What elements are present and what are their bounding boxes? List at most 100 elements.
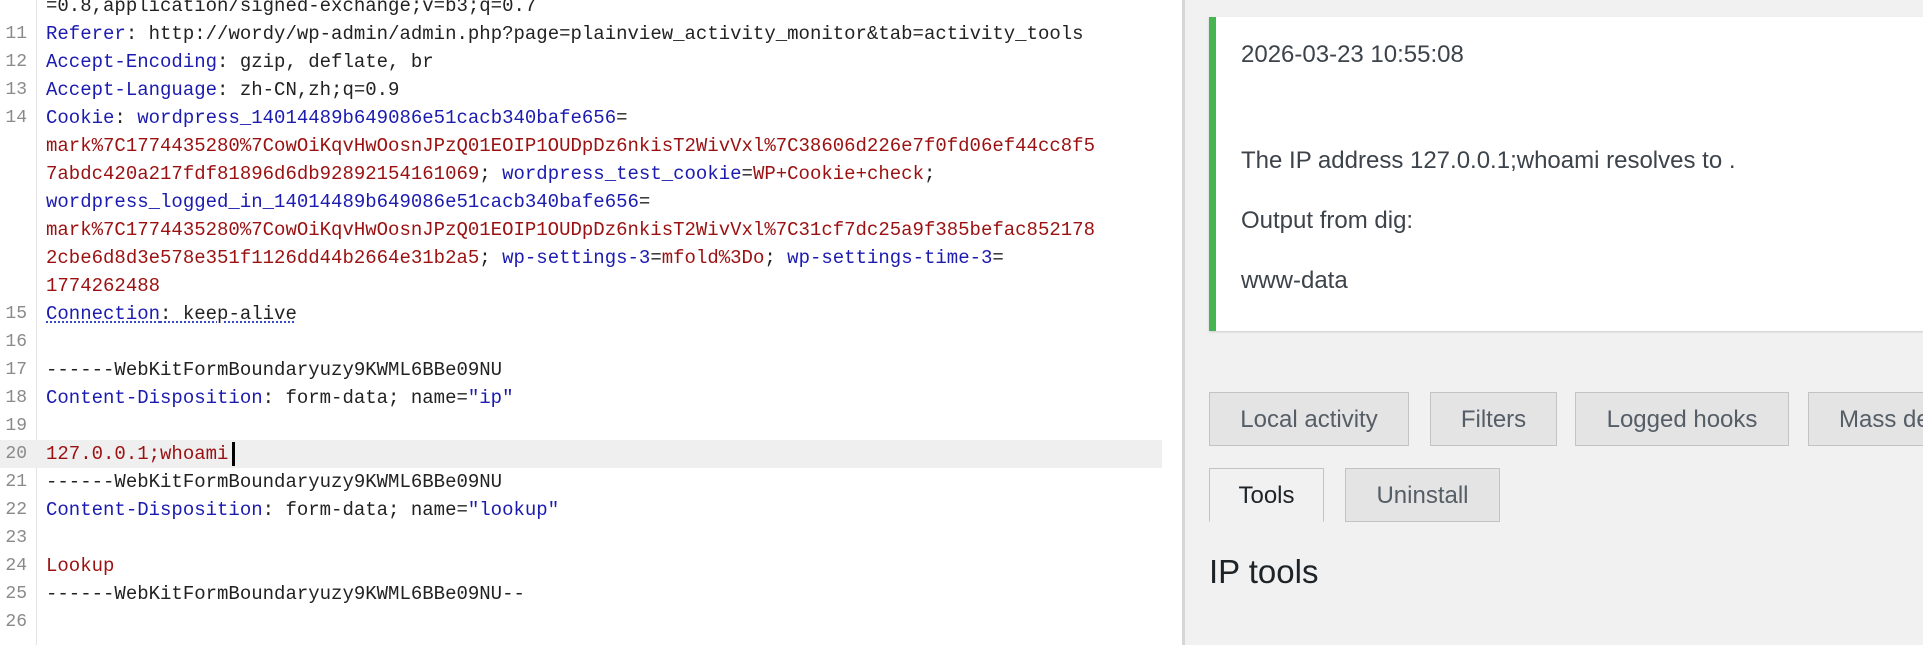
tab-logged-hooks[interactable]: Logged hooks xyxy=(1575,392,1789,446)
line-content: ------WebKitFormBoundaryuzy9KWML6BBe09NU xyxy=(46,468,502,496)
header-key-token: wordpress_test_cookie xyxy=(502,163,742,185)
line-number: 17 xyxy=(5,360,27,380)
raw-request-editor[interactable]: =0.8,application/signed-exchange;v=b3;q=… xyxy=(0,0,1182,645)
header-key-token: Content-Disposition xyxy=(46,387,263,409)
plain-token: : zh-CN,zh;q=0.9 xyxy=(217,79,400,101)
header-value-token: 2cbe6d8d3e578e351f1126dd44b2664e31b2a5 xyxy=(46,247,480,269)
notice-output-heading: Output from dig: xyxy=(1241,207,1414,234)
header-key-token: "ip" xyxy=(467,387,514,409)
line-number: 21 xyxy=(5,472,27,492)
line-number: 25 xyxy=(5,584,27,604)
plain-token: =0.8,application/signed-exchange;v=b3;q=… xyxy=(46,0,537,17)
code-line[interactable]: 17 ------WebKitFormBoundaryuzy9KWML6BBe09… xyxy=(0,356,1162,384)
plain-token: = xyxy=(638,191,651,213)
line-content: 7abdc420a217fdf81896d6db92892154161069; … xyxy=(46,160,935,188)
line-content: mark%7C1774435280%7CowOiKqvHwOosnJPzQ01E… xyxy=(46,132,1095,160)
wordpress-admin-panel: 2026-03-23 10:55:08 The IP address 127.0… xyxy=(1185,0,1923,645)
code-line[interactable]: 13 Accept-Language: zh-CN,zh;q=0.9 xyxy=(0,76,1162,104)
line-content: 1774262488 xyxy=(46,272,160,300)
line-content: =0.8,application/signed-exchange;v=b3;q=… xyxy=(46,0,536,20)
header-value-token: mark%7C1774435280%7CowOiKqvHwOosnJPzQ01E… xyxy=(46,135,1095,157)
header-key-token: Cookie xyxy=(46,107,115,129)
header-value-token: 1774262488 xyxy=(46,275,161,297)
code-line[interactable]: 25 ------WebKitFormBoundaryuzy9KWML6BBe09… xyxy=(0,580,1162,608)
line-content: ------WebKitFormBoundaryuzy9KWML6BBe09NU… xyxy=(46,580,525,608)
line-content: Content-Disposition: form-data; name="ip… xyxy=(46,384,513,412)
plain-token: : form-data; name= xyxy=(262,387,468,409)
header-key-token: wp-settings-3 xyxy=(502,247,651,269)
code-line[interactable]: 16 xyxy=(0,328,1162,356)
line-content: wordpress_logged_in_14014489b649086e51ca… xyxy=(46,188,650,216)
plain-token: ------WebKitFormBoundaryuzy9KWML6BBe09NU… xyxy=(46,583,525,605)
header-key-token: Referer xyxy=(46,23,126,45)
code-line[interactable]: wordpress_logged_in_14014489b649086e51ca… xyxy=(0,188,1162,216)
header-key-token: Accept-Encoding xyxy=(46,51,218,73)
header-key-token: wordpress_14014489b649086e51cacb340bafe6… xyxy=(137,107,617,129)
header-value-token: Lookup xyxy=(46,555,115,577)
code-line[interactable]: 11 Referer: http://wordy/wp-admin/admin.p… xyxy=(0,20,1162,48)
line-number: 11 xyxy=(5,24,27,44)
tab-local-activity[interactable]: Local activity xyxy=(1209,392,1409,446)
code-line[interactable]: 12 Accept-Encoding: gzip, deflate, br xyxy=(0,48,1162,76)
notice-output: www-data xyxy=(1241,267,1348,294)
code-line[interactable]: 1774262488 xyxy=(0,272,1162,300)
header-key-token: wordpress_logged_in_14014489b649086e51ca… xyxy=(46,191,639,213)
code-line[interactable]: mark%7C1774435280%7CowOiKqvHwOosnJPzQ01E… xyxy=(0,216,1162,244)
code-line[interactable]: 14 Cookie: wordpress_14014489b649086e51ca… xyxy=(0,104,1162,132)
code-line[interactable]: 15 Connection: keep-alive xyxy=(0,300,1162,328)
line-number: 15 xyxy=(5,304,27,324)
line-number: 20 xyxy=(5,444,27,464)
plain-token: ; xyxy=(764,247,788,269)
code-line[interactable]: 20 127.0.0.1;whoami xyxy=(0,440,1162,468)
plain-token: = xyxy=(650,247,662,269)
line-content: Connection: keep-alive xyxy=(46,300,297,328)
plain-token: ------WebKitFormBoundaryuzy9KWML6BBe09NU xyxy=(46,471,503,493)
header-key-token: "lookup" xyxy=(467,499,560,521)
section-title-ip-tools: IP tools xyxy=(1209,553,1319,590)
header-value-token: mark%7C1774435280%7CowOiKqvHwOosnJPzQ01E… xyxy=(46,219,1095,241)
line-number: 16 xyxy=(5,332,27,352)
notice-message: The IP address 127.0.0.1;whoami resolves… xyxy=(1241,147,1736,174)
code-line[interactable]: 7abdc420a217fdf81896d6db92892154161069; … xyxy=(0,160,1162,188)
code-line[interactable]: =0.8,application/signed-exchange;v=b3;q=… xyxy=(0,0,1162,20)
plain-token: ; xyxy=(479,163,503,185)
plain-token: ; xyxy=(923,163,936,185)
code-line[interactable]: 19 xyxy=(0,412,1162,440)
line-content: mark%7C1774435280%7CowOiKqvHwOosnJPzQ01E… xyxy=(46,216,1095,244)
code-line[interactable]: 23 xyxy=(0,524,1162,552)
plain-token: = xyxy=(992,247,1004,269)
plain-token: = xyxy=(616,107,628,129)
tab-tools[interactable]: Tools xyxy=(1209,468,1324,522)
success-notice: 2026-03-23 10:55:08 The IP address 127.0… xyxy=(1209,17,1923,331)
line-number: 12 xyxy=(5,52,27,72)
line-content: Accept-Language: zh-CN,zh;q=0.9 xyxy=(46,76,399,104)
code-line[interactable]: mark%7C1774435280%7CowOiKqvHwOosnJPzQ01E… xyxy=(0,132,1162,160)
header-key-token: Accept-Language xyxy=(46,79,218,101)
tab-filters[interactable]: Filters xyxy=(1430,392,1557,446)
header-key-token: wp-settings-time-3 xyxy=(787,247,993,269)
line-number: 18 xyxy=(5,388,27,408)
line-content: Referer: http://wordy/wp-admin/admin.php… xyxy=(46,20,1084,48)
plain-token: : keep-alive xyxy=(160,303,297,325)
header-value-token: 7abdc420a217fdf81896d6db92892154161069 xyxy=(46,163,480,185)
line-content: Content-Disposition: form-data; name="lo… xyxy=(46,496,559,524)
line-content: Cookie: wordpress_14014489b649086e51cacb… xyxy=(46,104,628,132)
tab-mass-delete[interactable]: Mass de xyxy=(1808,392,1923,446)
code-line[interactable]: 18 Content-Disposition: form-data; name="… xyxy=(0,384,1162,412)
plain-token: : form-data; name= xyxy=(262,499,468,521)
header-key-token: Connection xyxy=(46,303,161,325)
plain-token: = xyxy=(741,163,753,185)
code-line[interactable]: 21 ------WebKitFormBoundaryuzy9KWML6BBe09… xyxy=(0,468,1162,496)
code-line[interactable]: 2cbe6d8d3e578e351f1126dd44b2664e31b2a5; … xyxy=(0,244,1162,272)
plain-token: : http://wordy/wp-admin/admin.php?page=p… xyxy=(125,23,1084,45)
tab-uninstall[interactable]: Uninstall xyxy=(1345,468,1500,522)
code-line[interactable]: 26 xyxy=(0,608,1162,636)
line-number: 24 xyxy=(5,556,27,576)
code-line[interactable]: 22 Content-Disposition: form-data; name="… xyxy=(0,496,1162,524)
text-caret xyxy=(232,441,236,466)
code-line[interactable]: 24 Lookup xyxy=(0,552,1162,580)
line-number: 19 xyxy=(5,416,27,436)
line-content: Accept-Encoding: gzip, deflate, br xyxy=(46,48,434,76)
plain-token: ------WebKitFormBoundaryuzy9KWML6BBe09NU xyxy=(46,359,503,381)
line-content: Lookup xyxy=(46,552,114,580)
